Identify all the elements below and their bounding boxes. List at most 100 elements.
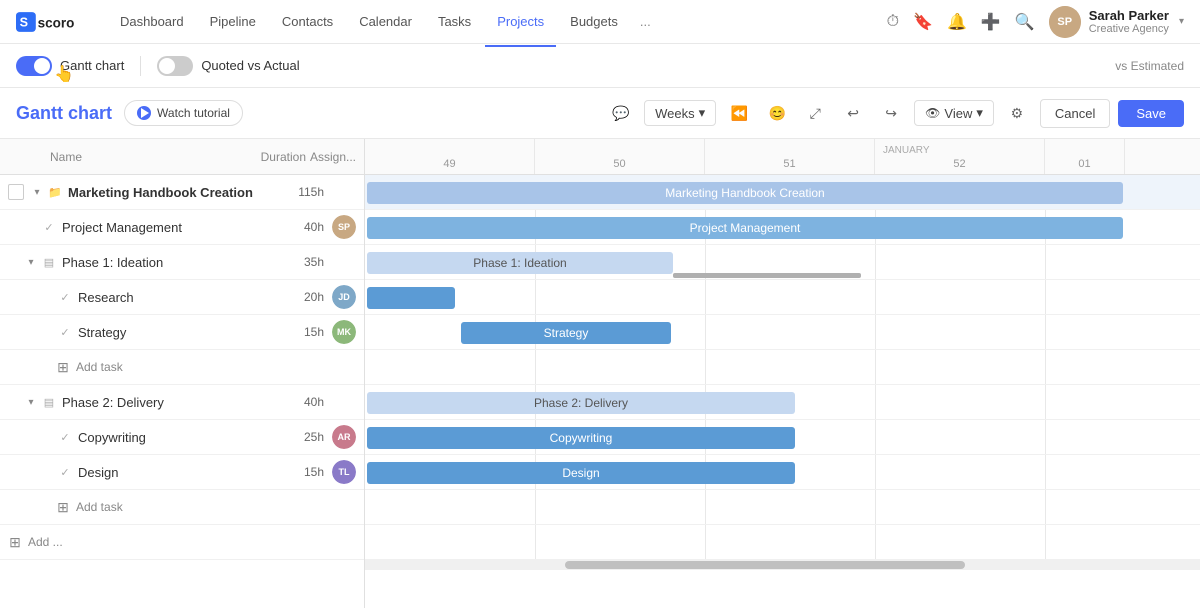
expand-icon[interactable]: ▾	[24, 255, 38, 269]
gantt-dependency-bar	[673, 273, 861, 278]
gantt-actions: 💬 Weeks ▾ ⏪ 😊 ⤢ ↩ ↪ 👁 View ▾ ⚙ Cancel Sa…	[606, 98, 1184, 128]
row-name: Phase 1: Ideation	[62, 255, 264, 270]
user-info: Sarah Parker Creative Agency	[1089, 8, 1169, 35]
gantt-timeline: JANUARY 49 50 51 52 01	[365, 139, 1200, 570]
col-name-header: Name	[30, 150, 246, 164]
user-menu[interactable]: SP Sarah Parker Creative Agency ▾	[1049, 6, 1184, 38]
week-col-49: 49	[365, 139, 535, 174]
horizontal-scrollbar[interactable]	[365, 560, 1200, 570]
gantt-toggle-switch[interactable]	[16, 56, 52, 76]
undo-icon-btn[interactable]: ↩	[838, 98, 868, 128]
cancel-button[interactable]: Cancel	[1040, 99, 1110, 128]
add-group-button[interactable]: ⊞ Add ...	[0, 525, 364, 560]
table-row: ✓ Strategy 15h MK	[0, 315, 364, 350]
nav-item-tasks[interactable]: Tasks	[426, 8, 483, 35]
col-duration-header: Duration	[246, 150, 306, 164]
row-duration: 40h	[264, 395, 324, 409]
expand-icon[interactable]: ▾	[30, 185, 44, 199]
search-icon[interactable]: 🔍	[1015, 12, 1035, 32]
bell-icon[interactable]: 🔔	[947, 12, 967, 32]
weeks-label: Weeks	[655, 106, 695, 121]
undo-time-icon-btn[interactable]: ⏪	[724, 98, 754, 128]
weeks-chevron-icon: ▾	[699, 105, 706, 121]
play-icon	[137, 106, 151, 120]
nav-item-calendar[interactable]: Calendar	[347, 8, 424, 35]
row-name: Phase 2: Delivery	[62, 395, 264, 410]
phase-icon: ▤	[42, 395, 56, 409]
left-panel: Name Duration Assign... ▾ 📁 Marketing Ha…	[0, 139, 365, 608]
expand-icon[interactable]	[24, 220, 38, 234]
gantt-row: Marketing Handbook Creation	[365, 175, 1200, 210]
gantt-row: Design	[365, 455, 1200, 490]
gantt-bar-copywriting[interactable]: Copywriting	[367, 427, 795, 449]
gantt-row	[365, 280, 1200, 315]
row-name: Strategy	[78, 325, 264, 340]
expand-icon[interactable]	[40, 325, 54, 339]
view-selector[interactable]: 👁 View ▾	[914, 100, 994, 126]
add-task-label: Add task	[76, 360, 123, 374]
add-group-label: Add ...	[28, 535, 63, 549]
avatar: TL	[332, 460, 356, 484]
table-row: ✓ Project Management 40h SP	[0, 210, 364, 245]
redo-icon-btn[interactable]: ↪	[876, 98, 906, 128]
gantt-row: Phase 1: Ideation	[365, 245, 1200, 280]
user-name: Sarah Parker	[1089, 8, 1169, 23]
nav-item-pipeline[interactable]: Pipeline	[198, 8, 268, 35]
gantt-row: Strategy	[365, 315, 1200, 350]
nav-item-budgets[interactable]: Budgets	[558, 8, 630, 35]
plus-circle-icon[interactable]: ➕	[981, 12, 1001, 32]
week-columns: 49 50 51 52 01	[365, 139, 1125, 174]
gantt-bar-phase2[interactable]: Phase 2: Delivery	[367, 392, 795, 414]
nav-item-projects[interactable]: Projects	[485, 8, 556, 35]
weeks-selector[interactable]: Weeks ▾	[644, 100, 716, 126]
expand-icon[interactable]	[40, 290, 54, 304]
gantt-bar-project-mgmt[interactable]: Project Management	[367, 217, 1123, 239]
expand-icon[interactable]: ▾	[24, 395, 38, 409]
toolbar-divider	[140, 56, 141, 76]
smiley-icon-btn[interactable]: 😊	[762, 98, 792, 128]
quoted-toggle-switch[interactable]	[157, 56, 193, 76]
row-duration: 15h	[264, 465, 324, 479]
plus-icon: ⊞	[8, 535, 22, 549]
gantt-bar-phase1[interactable]: Phase 1: Ideation	[367, 252, 673, 274]
watch-tutorial-button[interactable]: Watch tutorial	[124, 100, 243, 126]
svg-text:S: S	[20, 15, 28, 29]
row-checkbox[interactable]	[8, 184, 24, 200]
folder-icon: 📁	[48, 185, 62, 199]
week-col-51: 51	[705, 139, 875, 174]
add-task-button-phase2[interactable]: ⊞ Add task	[0, 490, 364, 525]
quoted-vs-actual-toggle[interactable]: Quoted vs Actual	[157, 56, 299, 76]
row-duration: 25h	[264, 430, 324, 444]
col-assign-header: Assign...	[306, 150, 356, 164]
comment-icon-btn[interactable]: 💬	[606, 98, 636, 128]
check-icon: ✓	[58, 465, 72, 479]
logo[interactable]: S scoro	[16, 8, 88, 36]
timer-icon[interactable]: ⏱	[887, 13, 899, 31]
row-name: Copywriting	[78, 430, 264, 445]
save-button[interactable]: Save	[1118, 100, 1184, 127]
row-name: Project Management	[62, 220, 264, 235]
expand-icon[interactable]	[40, 430, 54, 444]
expand-icon-btn[interactable]: ⤢	[800, 98, 830, 128]
phase-icon: ▤	[42, 255, 56, 269]
gantt-bar-research[interactable]	[367, 287, 455, 309]
gantt-bar-marketing[interactable]: Marketing Handbook Creation	[367, 182, 1123, 204]
settings-icon-btn[interactable]: ⚙	[1002, 98, 1032, 128]
gantt-rows: Marketing Handbook Creation Project Mana…	[365, 175, 1200, 560]
column-headers: Name Duration Assign...	[0, 139, 364, 175]
add-task-button[interactable]: ⊞ Add task	[0, 350, 364, 385]
expand-icon[interactable]	[40, 465, 54, 479]
gantt-chart-toggle[interactable]: Gantt chart 👆	[16, 56, 124, 76]
avatar: SP	[332, 215, 356, 239]
row-duration: 35h	[264, 255, 324, 269]
nav-more-button[interactable]: ...	[632, 8, 659, 35]
right-panel: JANUARY 49 50 51 52 01	[365, 139, 1200, 608]
avatar: AR	[332, 425, 356, 449]
gantt-bar-design[interactable]: Design	[367, 462, 795, 484]
bookmark-icon[interactable]: 🔖	[913, 12, 933, 32]
view-label: View	[944, 106, 972, 121]
nav-item-contacts[interactable]: Contacts	[270, 8, 345, 35]
nav-item-dashboard[interactable]: Dashboard	[108, 8, 196, 35]
gantt-bar-strategy[interactable]: Strategy	[461, 322, 671, 344]
scrollbar-thumb[interactable]	[565, 561, 965, 569]
